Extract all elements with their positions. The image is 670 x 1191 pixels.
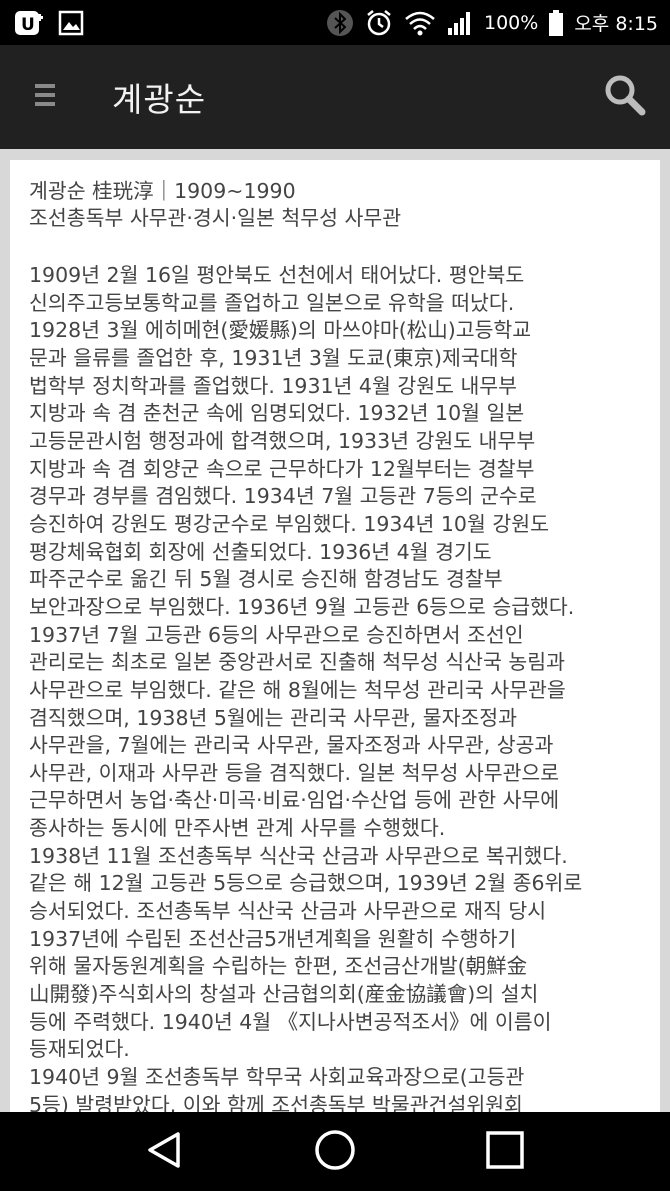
article-text-line: 등에 주력했다. 1940년 4월 《지나사변공적조서》에 이름이 [29, 1009, 552, 1034]
gallery-icon [58, 10, 84, 36]
article-text-line: 경무과 경부를 겸임했다. 1934년 7월 고등관 7등의 군수로 [29, 484, 537, 509]
article-text-line: 승서되었다. 조선총독부 식산국 산금과 사무관으로 재직 당시 [29, 899, 547, 924]
search-button[interactable] [580, 45, 670, 149]
article-text-line: 위해 물자동원계획을 수립하는 한편, 조선금산개발(朝鮮金 [29, 954, 528, 979]
uplus-icon: U [14, 10, 44, 36]
battery-percent: 100% [484, 11, 539, 34]
article-text-line: 사무관, 이재과 사무관 등을 겸직했다. 일본 척무성 사무관으로 [29, 760, 560, 785]
article-text-line: 고등문관시험 행정과에 합격했으며, 1933년 강원도 내무부 [29, 428, 536, 453]
article-text-line: 1937년 7월 고등관 6등의 사무관으로 승진하면서 조선인 [29, 622, 524, 647]
battery-icon [548, 9, 564, 37]
status-bar: U 100% 오후 8:15 [0, 0, 670, 45]
article-card: 계광순 桂珖淳｜1909~1990 조선총독부 사무관·경시·일본 척무성 사무… [10, 160, 660, 1112]
menu-icon [34, 82, 56, 112]
article-body: 1909년 2월 16일 평안북도 선천에서 태어났다. 평안북도신의주고등보통… [29, 262, 632, 1112]
home-button[interactable] [290, 1112, 380, 1191]
article-text-line: 신의주고등보통학교를 졸업하고 일본으로 유학을 떠났다. [29, 290, 515, 315]
article-text-line: 1928년 3월 에히메현(愛媛縣)의 마쓰야마(松山)고등학교 [29, 318, 532, 343]
back-button[interactable] [120, 1112, 210, 1191]
article-text-line: 겸직했으며, 1938년 5월에는 관리국 사무관, 물자조정과 [29, 705, 518, 730]
svg-text:U: U [21, 15, 35, 35]
page-title: 계광순 [112, 80, 207, 119]
article-text-line: 山開發)주식회사의 창설과 산금협의회(産金協議會)의 설치 [29, 982, 539, 1007]
article-text-line: 관리로는 최초로 일본 중앙관서로 진출해 척무성 식산국 농림과 [29, 650, 565, 675]
person-name-line: 계광순 桂珖淳｜1909~1990 [29, 179, 296, 203]
recent-apps-button[interactable] [460, 1112, 550, 1191]
bluetooth-icon [326, 9, 354, 37]
clock: 오후 8:15 [574, 13, 658, 35]
back-icon [145, 1130, 185, 1174]
article-text-line: 5등) 발령받았다. 이와 함께 조선총독부 박물관건설위원회 [29, 1092, 523, 1112]
article-text-line: 사무관을, 7월에는 관리국 사무관, 물자조정과 사무관, 상공과 [29, 733, 554, 758]
article-text-line: 등재되었다. [29, 1037, 130, 1062]
wifi-icon [404, 10, 436, 36]
article-text-line: 1937년에 수립된 조선산금5개년계획을 원활히 수행하기 [29, 926, 517, 951]
article-text-line: 파주군수로 옮긴 뒤 5월 경시로 승진해 함경남도 경찰부 [29, 567, 503, 592]
article-text-line: 1940년 9월 조선총독부 학무국 사회교육과장으로(고등관 [29, 1065, 525, 1090]
article-text-line: 종사하는 동시에 만주사변 관계 사무를 수행했다. [29, 816, 446, 841]
article-text-line: 평강체육협회 회장에 선출되었다. 1936년 4월 경기도 [29, 539, 492, 564]
menu-button[interactable] [0, 45, 90, 149]
article-text-line: 승진하여 강원도 평강군수로 부임했다. 1934년 10월 강원도 [29, 511, 549, 536]
article-text-line: 근무하면서 농업·축산·미곡·비료·임업·수산업 등에 관한 사무에 [29, 788, 560, 813]
article-header: 계광순 桂珖淳｜1909~1990 조선총독부 사무관·경시·일본 척무성 사무… [29, 178, 632, 232]
article-text-line: 사무관으로 부임했다. 같은 해 8월에는 척무성 관리국 사무관을 [29, 677, 566, 702]
search-icon [603, 73, 647, 121]
article-text-line: 지방과 속 겸 춘천군 속에 임명되었다. 1932년 10월 일본 [29, 401, 525, 426]
article-text-line: 보안과장으로 부임했다. 1936년 9월 고등관 6등으로 승급했다. [29, 594, 575, 619]
signal-icon [446, 10, 474, 36]
article-text-line: 같은 해 12월 고등관 5등으로 승급했으며, 1939년 2월 종6위로 [29, 871, 583, 896]
article-text-line: 문과 을류를 졸업한 후, 1931년 3월 도쿄(東京)제국대학 [29, 345, 518, 370]
navigation-bar [0, 1112, 670, 1191]
recent-apps-icon [485, 1130, 525, 1174]
alarm-icon [364, 8, 394, 38]
article-text-line: 법학부 정치학과를 졸업했다. 1931년 4월 강원도 내무부 [29, 373, 518, 398]
article-text-line: 1938년 11월 조선총독부 식산국 산금과 사무관으로 복귀했다. [29, 843, 568, 868]
content-area[interactable]: 계광순 桂珖淳｜1909~1990 조선총독부 사무관·경시·일본 척무성 사무… [0, 149, 670, 1112]
article-text-line: 지방과 속 겸 회양군 속으로 근무하다가 12월부터는 경찰부 [29, 456, 535, 481]
app-bar: 계광순 [0, 45, 670, 149]
home-icon [314, 1129, 356, 1175]
article-text-line: 1909년 2월 16일 평안북도 선천에서 태어났다. 평안북도 [29, 263, 525, 287]
person-positions-line: 조선총독부 사무관·경시·일본 척무성 사무관 [29, 206, 402, 230]
